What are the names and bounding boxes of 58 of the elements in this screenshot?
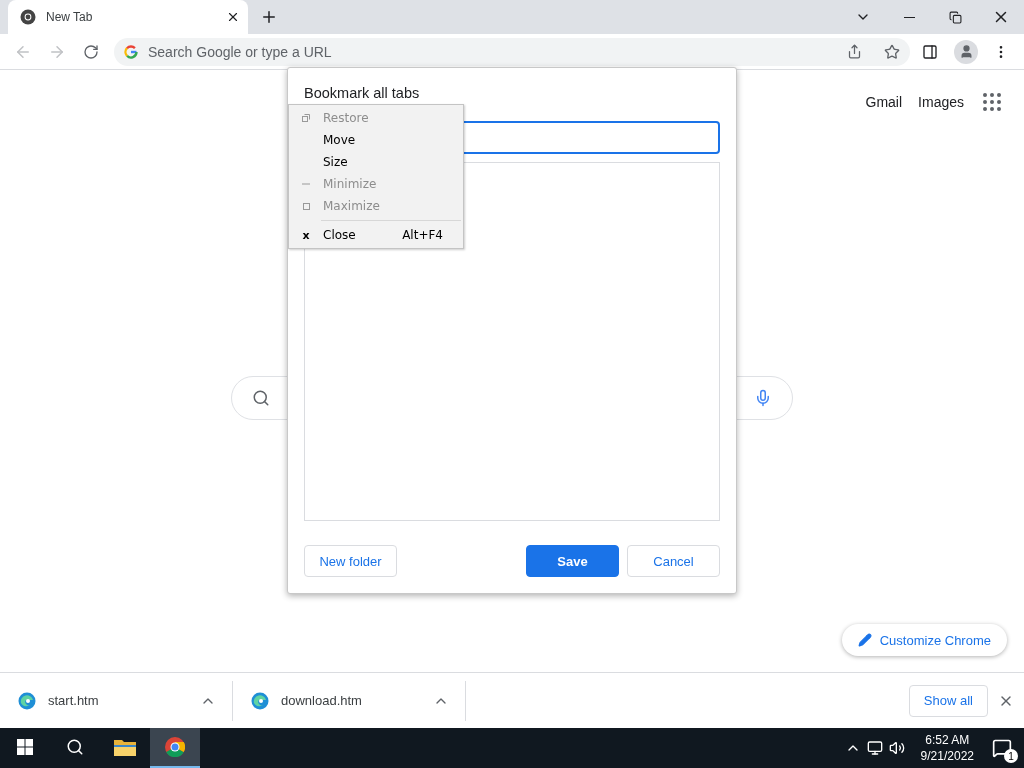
address-input[interactable]: Search Google or type a URL — [146, 42, 839, 61]
reload-icon — [83, 43, 99, 60]
share-icon — [847, 44, 862, 59]
restore-icon — [302, 114, 310, 122]
star-icon — [884, 43, 900, 60]
browser-tab[interactable]: New Tab — [8, 0, 248, 34]
clock-date: 9/21/2022 — [920, 748, 974, 764]
chrome-taskbar-button[interactable] — [150, 728, 200, 768]
minimize-icon — [903, 16, 915, 18]
profile-button[interactable] — [954, 39, 978, 64]
dialog-button[interactable]: Save — [526, 545, 619, 577]
microphone-icon — [754, 389, 772, 407]
header-link[interactable]: Gmail — [865, 94, 903, 110]
header-link[interactable]: Images — [918, 94, 964, 110]
menu-item[interactable]: Size — [289, 151, 463, 173]
close-tab-button[interactable] — [226, 10, 240, 24]
person-icon — [958, 44, 974, 59]
close-icon: x — [302, 228, 310, 242]
file-name: start.htm — [48, 693, 100, 708]
notification-button[interactable]: 1 — [990, 736, 1014, 760]
network-icon[interactable] — [866, 740, 883, 756]
menu-item[interactable]: x Close Alt+F4 — [289, 224, 463, 246]
clock[interactable]: 6:52 AM 9/21/2022 — [910, 732, 984, 764]
customize-chrome-button[interactable]: Customize Chrome — [841, 624, 1007, 656]
minimize-icon — [302, 183, 310, 185]
search-icon — [252, 389, 270, 407]
restore-icon — [948, 10, 962, 24]
folder-icon — [114, 738, 136, 756]
maximize-icon — [302, 202, 310, 210]
close-icon — [226, 10, 240, 24]
windows-logo-icon — [17, 739, 33, 755]
plus-icon — [260, 8, 278, 26]
chrome-logo-icon — [20, 9, 36, 25]
dialog-button[interactable]: New folder — [304, 545, 397, 577]
apps-grid-icon — [980, 90, 1004, 114]
menu-item[interactable]: Move — [289, 129, 463, 151]
show-all-button[interactable]: Show all — [908, 684, 988, 717]
chrome-logo-icon — [165, 737, 185, 757]
tab-title: New Tab — [46, 10, 94, 24]
clock-time: 6:52 AM — [925, 732, 970, 748]
side-panel-icon — [922, 43, 938, 60]
search-icon — [66, 738, 84, 756]
file-name: download.htm — [281, 693, 363, 708]
volume-icon[interactable] — [888, 740, 905, 756]
google-logo-icon — [124, 44, 138, 59]
bookmark-star-button[interactable] — [884, 43, 900, 60]
dialog-button[interactable]: Cancel — [627, 545, 720, 577]
pencil-icon — [857, 633, 872, 647]
download-item[interactable]: download.htm — [233, 680, 466, 721]
notification-count: 1 — [1004, 749, 1018, 763]
address-bar[interactable]: Search Google or type a URL — [114, 37, 910, 66]
shortcut-label: Alt+F4 — [402, 228, 443, 242]
edge-logo-icon — [251, 691, 269, 710]
apps-button[interactable] — [980, 90, 1004, 114]
dialog-title: Bookmark all tabs — [304, 85, 421, 103]
download-item[interactable]: start.htm — [0, 680, 233, 721]
edge-logo-icon — [18, 691, 36, 710]
notification-icon — [992, 738, 1012, 758]
